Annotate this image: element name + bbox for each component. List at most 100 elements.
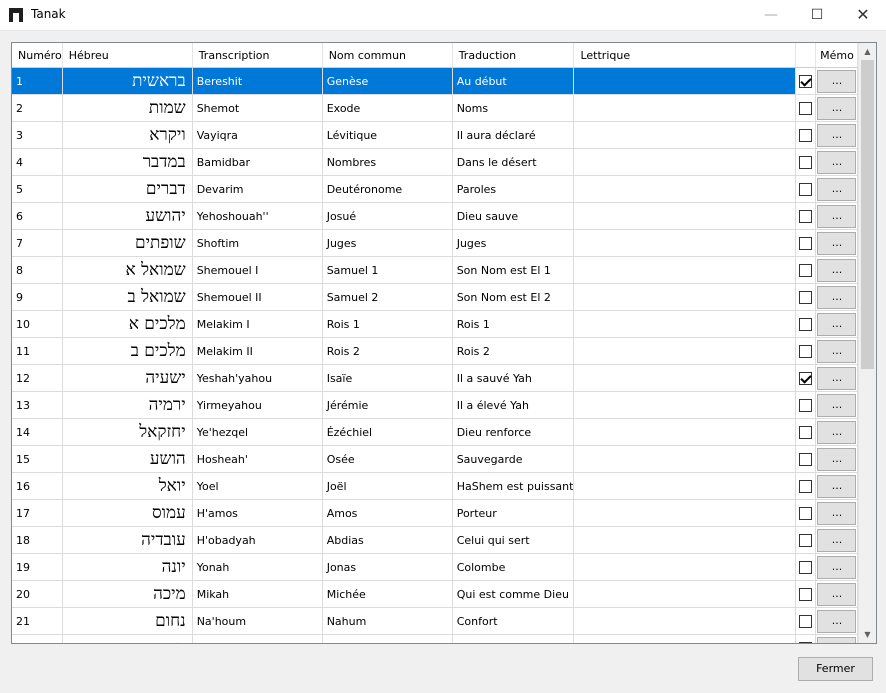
vertical-scrollbar[interactable]: ▲ ▼ <box>858 43 876 643</box>
row-checkbox[interactable] <box>799 614 813 628</box>
scroll-up-icon[interactable]: ▲ <box>859 43 876 60</box>
row-checkbox[interactable] <box>799 290 813 304</box>
cell-transcription[interactable]: Shemouel I <box>192 256 323 284</box>
cell-nom-commun[interactable]: Juges <box>322 229 453 257</box>
cell-transcription[interactable]: Shemouel II <box>192 283 323 311</box>
cell-lettrique[interactable] <box>573 445 797 473</box>
memo-button[interactable]: ... <box>817 636 857 643</box>
column-header-nom-commun[interactable]: Nom commun <box>322 43 453 68</box>
cell-transcription[interactable]: Shemot <box>192 94 323 122</box>
row-checkbox[interactable] <box>799 101 813 115</box>
row-checkbox[interactable] <box>799 425 813 439</box>
cell-traduction[interactable]: Qui est comme Dieu <box>452 580 575 608</box>
cell-nom-commun[interactable]: Isaïe <box>322 364 453 392</box>
cell-transcription[interactable]: Shoftim <box>192 229 323 257</box>
cell-numero[interactable]: 11 <box>12 337 63 365</box>
table-row[interactable]: 14 יחזקאל Ye'hezqel Ézéchiel Dieu renforce..… <box>12 418 859 446</box>
cell-traduction[interactable]: Il a sauvé Yah <box>452 364 575 392</box>
memo-button[interactable]: ... <box>817 582 857 606</box>
row-checkbox[interactable] <box>799 506 813 520</box>
row-checkbox[interactable] <box>799 371 813 385</box>
maximize-button[interactable]: ☐ <box>794 0 840 30</box>
cell-traduction[interactable]: Au début <box>452 67 575 95</box>
cell-numero[interactable]: 15 <box>12 445 63 473</box>
cell-numero[interactable]: 7 <box>12 229 63 257</box>
row-checkbox[interactable] <box>799 317 813 331</box>
cell-transcription[interactable]: H'obadyah <box>192 526 323 554</box>
row-checkbox[interactable] <box>799 74 813 88</box>
table-row[interactable]: 4 במדבר Bamidbar Nombres Dans le désert... <box>12 148 859 176</box>
row-checkbox[interactable] <box>799 344 813 358</box>
cell-numero[interactable]: 19 <box>12 553 63 581</box>
row-checkbox[interactable] <box>799 479 813 493</box>
cell-lettrique[interactable] <box>573 607 797 635</box>
row-checkbox[interactable] <box>799 209 813 223</box>
row-checkbox[interactable] <box>799 587 813 601</box>
cell-traduction[interactable]: Confort <box>452 607 575 635</box>
cell-lettrique[interactable] <box>573 634 797 643</box>
cell-lettrique[interactable] <box>573 148 797 176</box>
table-row[interactable]: 12 ישעיה Yeshah'yahou Isaïe Il a sauvé Yah..… <box>12 364 859 392</box>
cell-transcription[interactable]: Yoel <box>192 472 323 500</box>
cell-lettrique[interactable] <box>573 391 797 419</box>
memo-button[interactable]: ... <box>817 393 857 417</box>
table-row[interactable]: 1 בראשית Bereshit Genèse Au début... <box>12 67 859 95</box>
table-row[interactable]: 20 מיכה Mikah Michée Qui est comme Dieu... <box>12 580 859 608</box>
memo-button[interactable]: ... <box>817 96 857 120</box>
cell-lettrique[interactable] <box>573 229 797 257</box>
cell-traduction[interactable]: Rois 2 <box>452 337 575 365</box>
memo-button[interactable]: ... <box>817 123 857 147</box>
cell-hebreu[interactable]: יואל <box>62 472 193 500</box>
table-row[interactable]: 9 שמואל ב Shemouel II Samuel 2 Son Nom est E… <box>12 283 859 311</box>
cell-numero[interactable]: 16 <box>12 472 63 500</box>
cell-lettrique[interactable] <box>573 121 797 149</box>
cell-nom-commun[interactable]: Michée <box>322 580 453 608</box>
memo-button[interactable]: ... <box>817 501 857 525</box>
memo-button[interactable]: ... <box>817 312 857 336</box>
row-checkbox[interactable] <box>799 398 813 412</box>
table-row[interactable]: 6 יהושע Yehoshouah'' Josué Dieu sauve... <box>12 202 859 230</box>
cell-nom-commun[interactable]: Jérémie <box>322 391 453 419</box>
memo-button[interactable]: ... <box>817 339 857 363</box>
cell-traduction[interactable]: Sauvegarde <box>452 445 575 473</box>
table-row[interactable]: 16 יואל Yoel Joël HaShem est puissant... <box>12 472 859 500</box>
cell-nom-commun[interactable]: Joël <box>322 472 453 500</box>
column-header-check[interactable] <box>795 43 817 68</box>
cell-traduction[interactable]: Son Nom est El 1 <box>452 256 575 284</box>
memo-button[interactable]: ... <box>817 420 857 444</box>
cell-nom-commun[interactable]: Samuel 2 <box>322 283 453 311</box>
close-window-button[interactable]: ✕ <box>840 0 886 30</box>
cell-hebreu[interactable]: במדבר <box>62 148 193 176</box>
table-row[interactable]: 2 שמות Shemot Exode Noms... <box>12 94 859 122</box>
cell-traduction[interactable]: Son Nom est El 2 <box>452 283 575 311</box>
cell-nom-commun[interactable]: Rois 1 <box>322 310 453 338</box>
cell-numero[interactable]: 3 <box>12 121 63 149</box>
memo-button[interactable]: ... <box>817 150 857 174</box>
cell-traduction[interactable]: Dans le désert <box>452 148 575 176</box>
table-row[interactable]: 7 שופתים Shoftim Juges Juges... <box>12 229 859 257</box>
cell-numero[interactable]: 5 <box>12 175 63 203</box>
cell-lettrique[interactable] <box>573 418 797 446</box>
cell-traduction[interactable]: Noms <box>452 94 575 122</box>
cell-hebreu[interactable]: שופתים <box>62 229 193 257</box>
cell-traduction[interactable]: Porteur <box>452 499 575 527</box>
cell-transcription[interactable]: Devarim <box>192 175 323 203</box>
row-checkbox[interactable] <box>799 641 813 643</box>
cell-transcription[interactable]: H'amos <box>192 499 323 527</box>
cell-hebreu[interactable]: יחזקאל <box>62 418 193 446</box>
cell-traduction[interactable]: Il aura déclaré <box>452 121 575 149</box>
cell-hebreu[interactable]: שמות <box>62 94 193 122</box>
cell-numero[interactable]: 6 <box>12 202 63 230</box>
table-row[interactable]: 21 נחום Na'houm Nahum Confort... <box>12 607 859 635</box>
cell-nom-commun[interactable]: Nombres <box>322 148 453 176</box>
cell-traduction[interactable]: Dieu renforce <box>452 418 575 446</box>
table-row[interactable]: 18 עובדיה H'obadyah Abdias Celui qui sert... <box>12 526 859 554</box>
cell-transcription[interactable]: Ye'hezqel <box>192 418 323 446</box>
cell-nom-commun[interactable]: Josué <box>322 202 453 230</box>
cell-traduction[interactable] <box>452 634 575 643</box>
cell-traduction[interactable]: Paroles <box>452 175 575 203</box>
cell-transcription[interactable]: Yirmeyahou <box>192 391 323 419</box>
cell-transcription[interactable] <box>192 634 323 643</box>
cell-hebreu[interactable]: ירמיה <box>62 391 193 419</box>
cell-nom-commun[interactable]: Jonas <box>322 553 453 581</box>
